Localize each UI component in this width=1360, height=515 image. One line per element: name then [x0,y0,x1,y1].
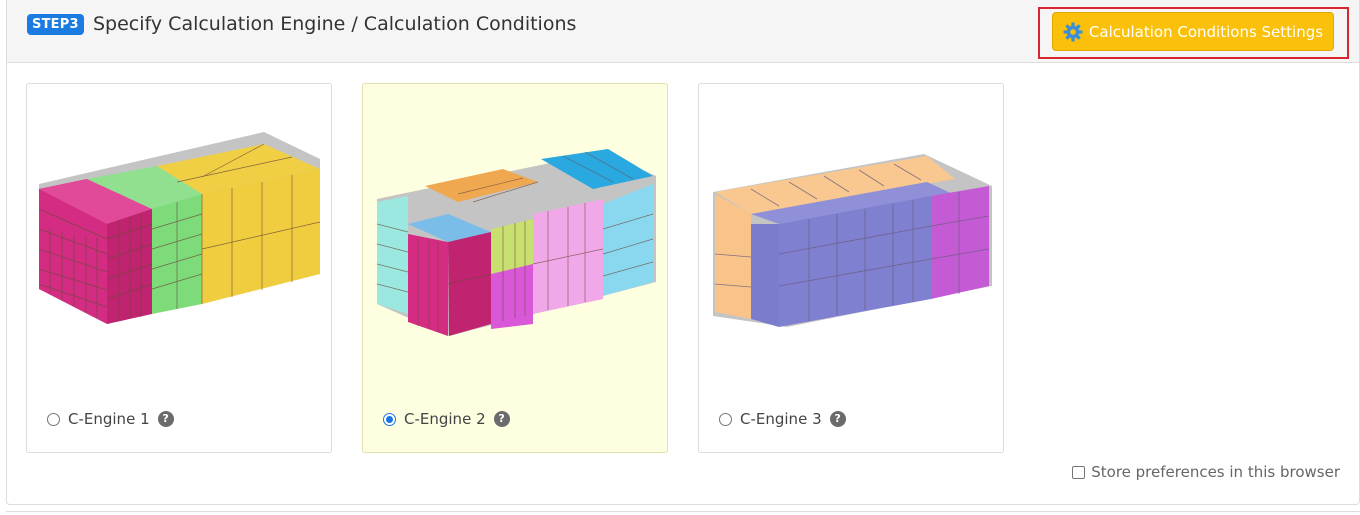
settings-button-label: Calculation Conditions Settings [1088,22,1324,41]
step-badge: STEP3 [27,14,84,35]
container-illustration-3 [713,154,992,327]
engine-option-1[interactable]: C-Engine 1 ? [47,410,174,428]
engine-card-2[interactable]: C-Engine 2 ? [362,83,668,453]
radio-icon[interactable] [719,412,732,426]
checkbox-icon[interactable] [1072,465,1086,479]
help-icon[interactable]: ? [157,411,174,427]
help-icon[interactable]: ? [829,411,846,427]
engine-option-3[interactable]: C-Engine 3 ? [719,410,846,428]
engine-option-2[interactable]: C-Engine 2 ? [383,410,510,428]
store-preferences-option[interactable]: Store preferences in this browser [1072,463,1340,481]
store-preferences-label: Store preferences in this browser [1091,463,1340,481]
help-icon[interactable]: ? [493,411,510,427]
engine-label-2: C-Engine 2 [404,410,486,428]
engine-card-1[interactable]: C-Engine 1 ? [26,83,332,453]
divider [6,511,1360,515]
engine-label-1: C-Engine 1 [68,410,150,428]
calculation-conditions-settings-button[interactable]: Calculation Conditions Settings [1052,12,1334,51]
page-title: Specify Calculation Engine / Calculation… [93,13,577,35]
container-illustration-2 [376,149,656,336]
radio-icon[interactable] [383,412,396,426]
gear-icon [1063,22,1083,42]
container-illustration-1 [38,132,321,324]
radio-icon[interactable] [47,412,60,426]
engine-card-3[interactable]: C-Engine 3 ? [698,83,1004,453]
engine-label-3: C-Engine 3 [740,410,822,428]
